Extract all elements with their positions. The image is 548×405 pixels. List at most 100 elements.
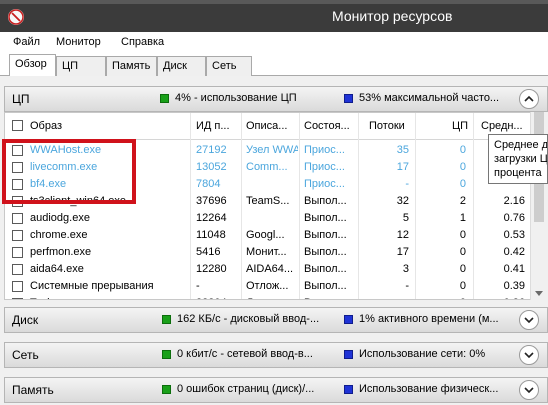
tab-disk[interactable]: Диск [157, 56, 206, 76]
memory-faults-legend-icon [162, 385, 171, 394]
cell-avg: 2.16 [503, 195, 525, 207]
highlight-box [2, 139, 136, 204]
cell-avg: 0.42 [503, 246, 525, 258]
cell-threads: 32 [396, 195, 409, 207]
cell-status: Выпол... [304, 280, 347, 292]
tab-strip: Обзор ЦП Память Диск Сеть [0, 52, 548, 77]
row-checkbox[interactable] [12, 264, 23, 275]
memory-section-header[interactable]: Память 0 ошибок страниц (диск)/... Испол… [4, 377, 548, 403]
cell-threads: 5 [402, 212, 409, 224]
column-cpu[interactable]: ЦП [452, 120, 468, 132]
disk-section-header[interactable]: Диск 162 КБ/с - дисковый ввод-... 1% акт… [4, 307, 548, 333]
table-row[interactable]: aida64.exe 12280 AIDA64... Выпол... 3 0 0.41 [5, 261, 533, 278]
tab-memory[interactable]: Память [106, 56, 157, 76]
cell-desc: Отлож... [246, 280, 289, 292]
cpu-max-freq-text: 53% максимальной часто... [359, 92, 500, 104]
cpu-collapse-button[interactable] [519, 89, 539, 109]
cell-image: Системные прерывания [30, 280, 154, 292]
cell-status: Выпол... [304, 212, 347, 224]
tab-cpu[interactable]: ЦП [56, 56, 106, 76]
column-average-cpu[interactable]: Средн... [481, 120, 523, 132]
menu-help[interactable]: Справка [121, 36, 164, 48]
row-checkbox[interactable] [12, 298, 23, 299]
column-description[interactable]: Описа... [246, 120, 287, 132]
cell-avg: 0.53 [503, 229, 525, 241]
cell-image: audiodg.exe [30, 212, 90, 224]
chevron-down-icon [524, 317, 534, 324]
menu-file[interactable]: Файл [13, 36, 40, 48]
overview-content: ЦП 4% - использование ЦП 53% максимально… [0, 76, 548, 405]
network-io-legend-icon [162, 350, 171, 359]
row-checkbox[interactable] [12, 213, 23, 224]
disk-expand-button[interactable] [519, 310, 539, 330]
table-header: Образ ИД п... Описа... Состоя... Потоки … [5, 113, 533, 140]
title-bar: Монитор ресурсов [0, 0, 548, 32]
scroll-down-icon[interactable] [535, 291, 543, 296]
table-row[interactable]: chrome.exe 11048 Googl... Выпол... 12 0 0.53 [5, 227, 533, 244]
cell-status: Выпол... [304, 297, 357, 299]
column-pid[interactable]: ИД п... [196, 120, 230, 132]
cell-image: Taskmgr.exe [30, 297, 188, 299]
menu-bar: Файл Монитор Справка [0, 32, 548, 52]
cell-status: Выпол... [304, 229, 347, 241]
cell-pid: 7804 [196, 178, 221, 190]
cell-desc: Googl... [246, 229, 285, 241]
column-image[interactable]: Образ [30, 120, 62, 132]
table-row[interactable]: audiodg.exe 12264 Выпол... 5 1 0.76 [5, 210, 533, 227]
column-status[interactable]: Состоя... [304, 120, 350, 132]
network-usage-text: Использование сети: 0% [359, 348, 486, 360]
row-checkbox[interactable] [12, 230, 23, 241]
disk-io-text: 162 КБ/с - дисковый ввод-... [177, 313, 320, 325]
cell-pid: 12264 [196, 212, 227, 224]
cell-threads: 17 [396, 246, 409, 258]
cell-desc: TeamS... [246, 195, 290, 207]
chevron-down-icon [524, 352, 534, 359]
memory-usage-text: Использование физическ... [359, 383, 499, 395]
cell-threads: 3 [402, 263, 409, 275]
cell-threads: - [405, 280, 409, 292]
cell-desc: Comm... [246, 161, 288, 173]
network-section-header[interactable]: Сеть 0 кбит/с - сетевой ввод-в... Исполь… [4, 342, 548, 368]
chevron-up-icon [524, 95, 534, 102]
cell-cpu: 1 [459, 212, 466, 224]
tooltip-line: загрузки Ц [494, 153, 548, 165]
cell-image: perfmon.exe [30, 246, 92, 258]
cell-cpu: 0 [459, 246, 466, 258]
table-row[interactable]: perfmon.exe 5416 Монит... Выпол... 17 0 0.42 [5, 244, 533, 261]
cell-status: Выпол... [304, 195, 347, 207]
table-row[interactable]: Системные прерывания - Отлож... Выпол... - 0 0… [5, 278, 533, 295]
cell-pid: 5416 [196, 246, 221, 258]
cell-cpu: 0 [415, 297, 466, 299]
cell-avg: 0.76 [503, 212, 525, 224]
tooltip-line: процента [494, 167, 542, 179]
column-tooltip: Среднее д загрузки Ц процента [488, 134, 548, 184]
cell-threads: 35 [396, 144, 409, 156]
cell-desc: AIDA64... [246, 263, 294, 275]
cpu-section-header[interactable]: ЦП 4% - использование ЦП 53% максимально… [4, 86, 548, 112]
menu-monitor[interactable]: Монитор [56, 36, 101, 48]
network-section-title: Сеть [12, 348, 39, 362]
select-all-checkbox[interactable] [12, 120, 23, 131]
network-usage-legend-icon [344, 350, 353, 359]
cell-avg: 0.39 [503, 280, 525, 292]
memory-expand-button[interactable] [519, 380, 539, 400]
cell-pid: - [196, 280, 200, 292]
tab-network[interactable]: Сеть [206, 56, 252, 76]
title-bar-strip [0, 0, 548, 4]
cpu-max-freq-legend-icon [344, 94, 353, 103]
table-row[interactable]: Taskmgr.exe 38304 Диспе... Выпол...- 0 0.36 [5, 295, 533, 299]
row-checkbox[interactable] [12, 281, 23, 292]
cell-cpu: 0 [459, 280, 466, 292]
window-title: Монитор ресурсов [332, 8, 453, 24]
cell-pid: 38304 [196, 297, 239, 299]
cell-cpu: 0 [459, 263, 466, 275]
cell-status: Приос... [304, 178, 345, 190]
row-checkbox[interactable] [12, 247, 23, 258]
tab-overview[interactable]: Обзор [9, 54, 56, 77]
column-threads[interactable]: Потоки [369, 120, 405, 132]
network-io-text: 0 кбит/с - сетевой ввод-в... [177, 348, 313, 360]
network-expand-button[interactable] [519, 345, 539, 365]
cell-cpu: 0 [459, 161, 466, 173]
cell-image: chrome.exe [30, 229, 88, 241]
memory-faults-text: 0 ошибок страниц (диск)/... [177, 383, 315, 395]
